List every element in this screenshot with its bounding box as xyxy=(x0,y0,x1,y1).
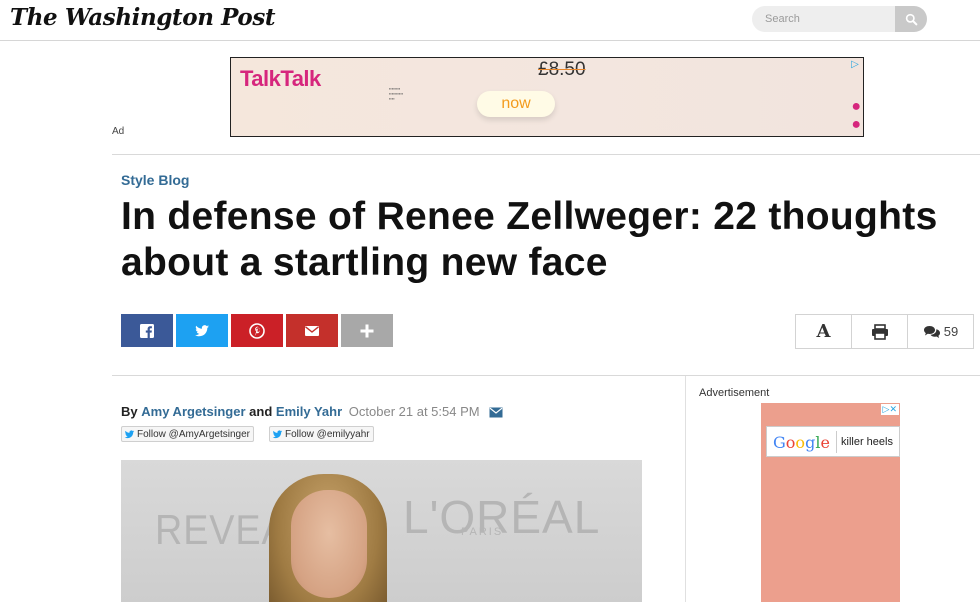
share-more-button[interactable] xyxy=(341,314,393,347)
print-button[interactable] xyxy=(852,315,908,348)
follow-button[interactable]: Follow @AmyArgetsinger xyxy=(121,426,254,442)
share-email-button[interactable] xyxy=(286,314,338,347)
photo-backdrop-text: REVEA xyxy=(155,506,288,553)
divider xyxy=(112,375,980,376)
ad-brand: TalkTalk xyxy=(240,66,321,91)
share-twitter-button[interactable] xyxy=(176,314,228,347)
email-author-icon[interactable] xyxy=(489,407,503,418)
facebook-icon xyxy=(140,323,154,338)
photo-brand-subtext: PARIS xyxy=(461,526,504,538)
ad-label: Ad xyxy=(112,126,125,137)
twitter-icon xyxy=(124,429,135,438)
share-facebook-button[interactable] xyxy=(121,314,173,347)
ad-offer-cloud: now xyxy=(477,91,555,117)
author-link[interactable]: Amy Argetsinger xyxy=(141,404,245,419)
adchoices-icon[interactable]: ▷ xyxy=(849,59,861,71)
twitter-icon xyxy=(272,429,283,438)
photo-subject-face xyxy=(291,490,367,598)
sidebar-ad[interactable]: ▷✕ Google killer heels xyxy=(761,403,900,602)
divider xyxy=(112,154,980,155)
follow-label: Follow @AmyArgetsinger xyxy=(137,428,250,440)
twitter-icon xyxy=(195,324,209,336)
article-headline: In defense of Renee Zellweger: 22 though… xyxy=(121,195,938,284)
section-kicker[interactable]: Style Blog xyxy=(121,172,189,188)
byline: By Amy Argetsinger and Emily Yahr Octobe… xyxy=(121,404,503,419)
byline-prefix: By xyxy=(121,404,138,419)
masthead: The Washington Post xyxy=(0,0,980,41)
ad-search-query: killer heels xyxy=(836,431,897,453)
email-icon xyxy=(305,325,319,336)
plus-icon xyxy=(360,324,374,337)
pinterest-icon xyxy=(249,322,265,339)
article-photo[interactable]: REVEA L'ORÉAL PARIS xyxy=(121,460,642,602)
search-icon xyxy=(905,13,917,25)
search-box xyxy=(752,6,927,32)
share-pinterest-button[interactable] xyxy=(231,314,283,347)
top-banner-ad[interactable]: TalkTalk ▪▪▪▪▪▪▪▪ ▪▪▪▪▪▪▪▪▪▪ ▪▪▪▪ £8.50 no… xyxy=(230,57,864,137)
comments-icon xyxy=(923,325,940,338)
author-link[interactable]: Emily Yahr xyxy=(276,404,342,419)
site-logo[interactable]: The Washington Post xyxy=(10,4,276,31)
follow-button[interactable]: Follow @emilyyahr xyxy=(269,426,374,442)
timestamp: October 21 at 5:54 PM xyxy=(348,404,480,419)
advertisement-label: Advertisement xyxy=(699,387,770,399)
ad-old-price: £8.50 xyxy=(538,59,586,80)
printer-icon xyxy=(871,323,888,340)
google-search-ad[interactable]: Google killer heels xyxy=(766,426,900,457)
article-tools: A 59 xyxy=(795,314,974,349)
comments-count: 59 xyxy=(943,324,959,339)
follow-label: Follow @emilyyahr xyxy=(285,428,370,440)
google-logo: Google xyxy=(773,433,830,452)
comments-button[interactable]: 59 xyxy=(908,315,973,348)
search-button[interactable] xyxy=(895,6,927,32)
ad-fineprint: ▪▪▪▪▪▪▪▪ ▪▪▪▪▪▪▪▪▪▪ ▪▪▪▪ xyxy=(389,86,404,101)
byline-conjunction: and xyxy=(249,404,273,419)
font-size-button[interactable]: A xyxy=(796,315,852,348)
adchoices-icon[interactable]: ▷✕ xyxy=(880,404,899,415)
search-input[interactable] xyxy=(752,6,898,32)
ad-decoration: ● ● xyxy=(851,98,861,133)
column-divider xyxy=(685,376,686,602)
